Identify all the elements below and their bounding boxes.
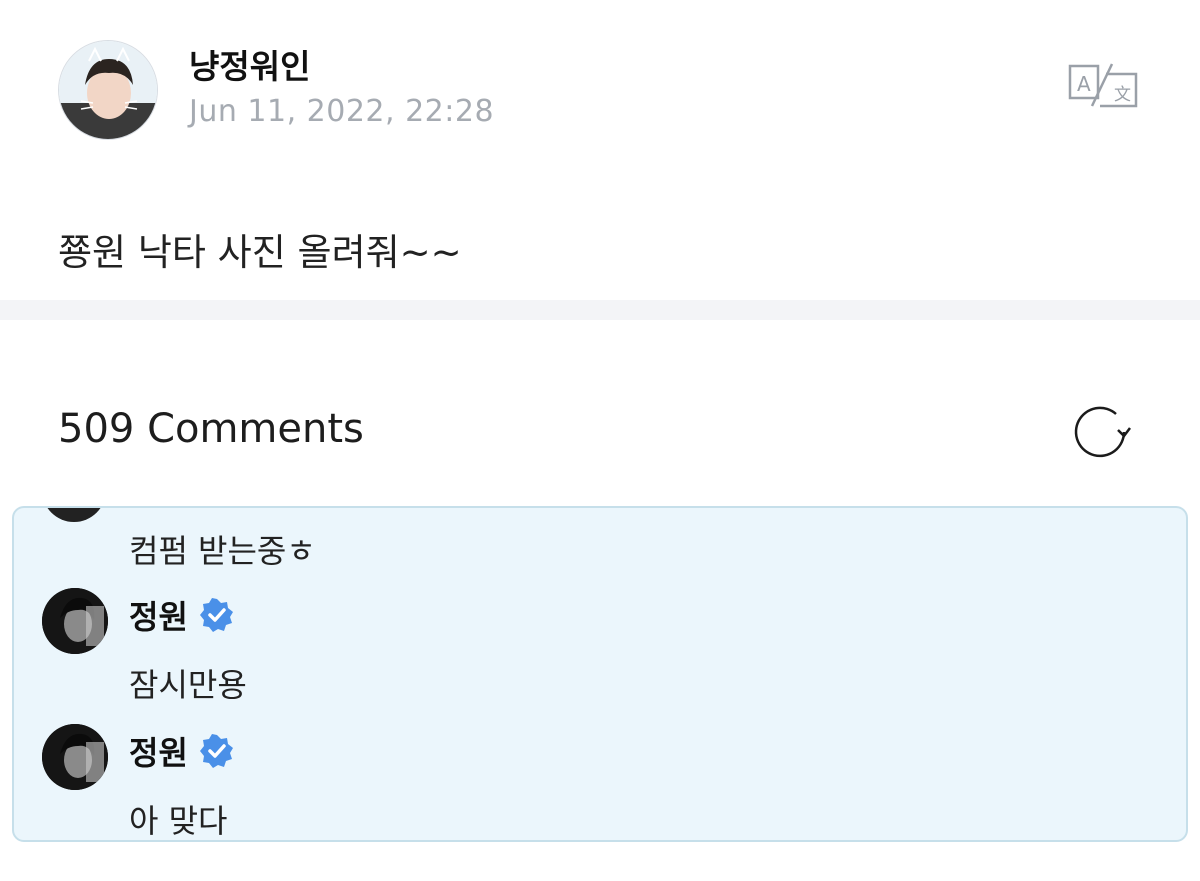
svg-text:A: A	[1077, 72, 1091, 96]
comment-avatar[interactable]	[42, 508, 106, 522]
section-divider	[0, 300, 1200, 320]
author-name[interactable]: 냥정워인	[189, 40, 310, 88]
artist-avatar-icon	[42, 724, 108, 790]
artist-avatar-icon	[42, 588, 108, 654]
post-body: 쭁원 낙타 사진 올려줘~~	[58, 231, 462, 274]
artist-avatar[interactable]	[42, 724, 108, 790]
post-header: 냥정워인 Jun 11, 2022, 22:28 A 文	[0, 0, 1200, 180]
translate-icon: A 文	[1068, 63, 1138, 108]
comment-text: 아 맞다	[129, 802, 228, 840]
translate-button[interactable]: A 文	[1064, 60, 1140, 112]
comment-author[interactable]: 정원	[129, 728, 234, 774]
post-date: Jun 11, 2022, 22:28	[189, 94, 495, 129]
artist-avatar[interactable]	[42, 588, 108, 654]
refresh-icon	[1074, 406, 1131, 458]
verified-badge-icon	[199, 598, 233, 632]
comment-author-name: 정원	[129, 734, 188, 772]
comment-author[interactable]: 정원	[129, 592, 234, 638]
comment-author-name: 정원	[129, 598, 188, 636]
refresh-button[interactable]	[1072, 404, 1132, 460]
comment-text: 컴펌 받는중ㅎ	[129, 532, 316, 570]
comments-panel[interactable]: 컴펌 받는중ㅎ 정원 잠시만용 정원 아 맞다	[12, 506, 1188, 842]
user-photo-avatar-icon	[59, 41, 157, 139]
author-avatar[interactable]	[58, 40, 158, 140]
comments-count: 509 Comments	[58, 406, 364, 452]
verified-badge-icon	[199, 734, 233, 768]
comment-text: 잠시만용	[129, 666, 247, 704]
svg-text:文: 文	[1114, 85, 1131, 105]
